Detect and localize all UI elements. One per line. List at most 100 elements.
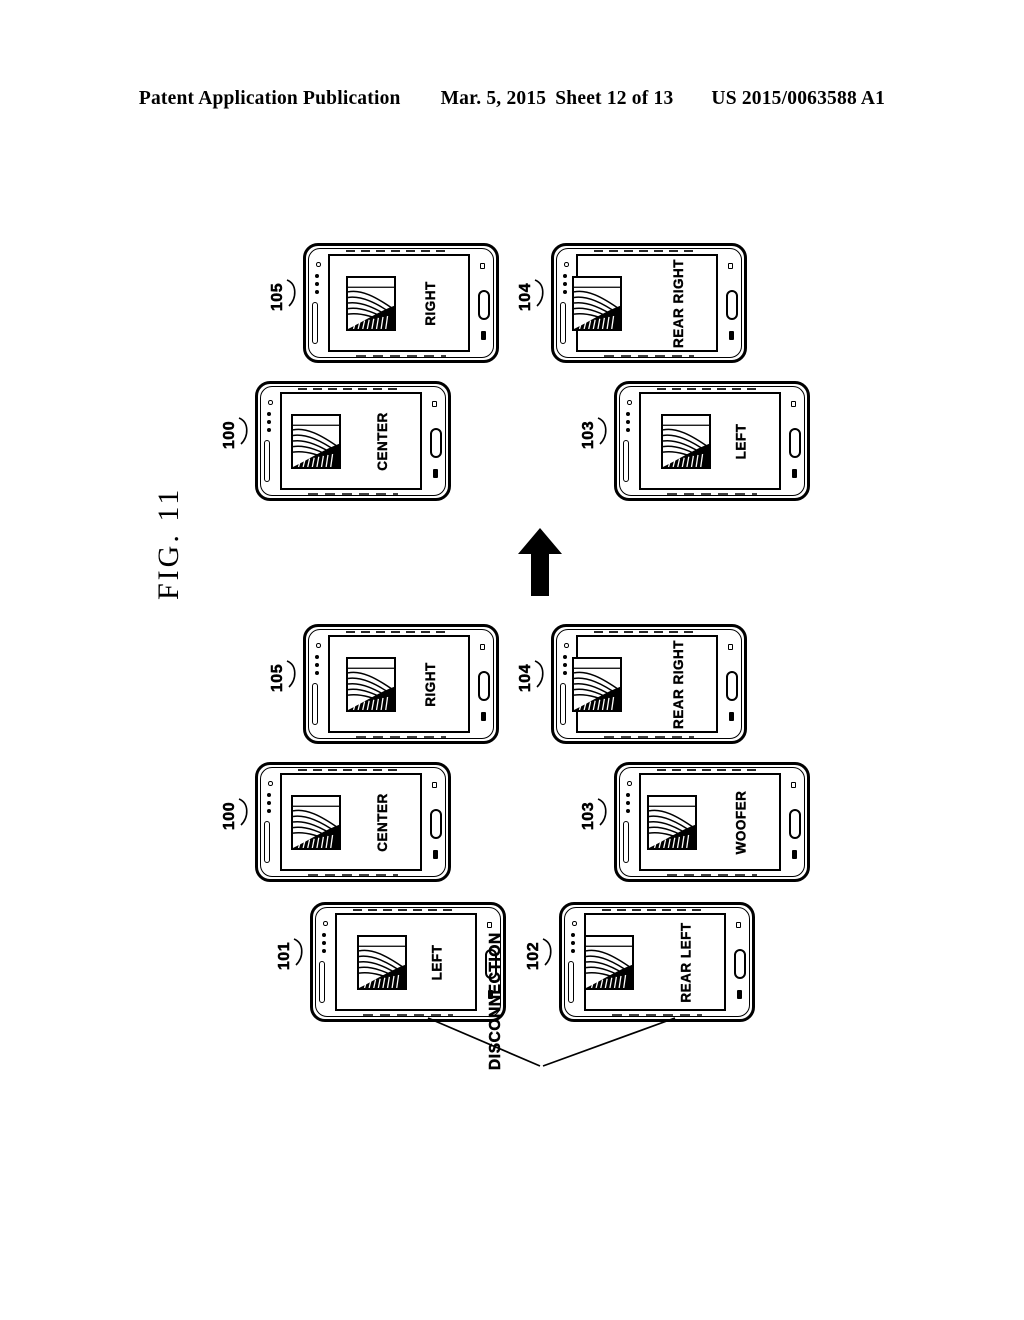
soft-key-button[interactable] — [432, 850, 438, 859]
home-button[interactable] — [478, 671, 490, 701]
device-caption: CENTER — [374, 411, 390, 471]
earpiece-slit — [346, 249, 448, 252]
sensor-dots-icon — [571, 933, 577, 953]
home-button[interactable] — [734, 949, 746, 979]
front-camera-icon — [564, 643, 569, 648]
soft-key-button[interactable] — [480, 712, 486, 721]
disconnection-leader-lines — [427, 1017, 676, 1067]
earpiece-icon — [736, 922, 741, 928]
bottom-slit — [667, 873, 757, 876]
device-after-rear-right[interactable]: REAR RIGHT — [551, 243, 747, 363]
device-screen[interactable]: LEFT — [335, 913, 477, 1011]
bottom-slit — [308, 492, 398, 495]
leader-line-102-before — [542, 938, 552, 966]
soft-key-button[interactable] — [791, 469, 797, 478]
device-before-right[interactable]: RIGHT — [303, 624, 499, 744]
earpiece-icon — [432, 401, 437, 407]
device-after-left[interactable]: LEFT — [614, 381, 810, 501]
bottom-slit — [308, 873, 398, 876]
bottom-slit — [604, 735, 694, 738]
device-after-center[interactable]: CENTER — [255, 381, 451, 501]
soft-key-button[interactable] — [480, 331, 486, 340]
device-screen[interactable]: CENTER — [280, 392, 422, 490]
phone-body: REAR LEFT — [559, 902, 755, 1022]
device-screen[interactable]: RIGHT — [328, 635, 470, 733]
phone-body: WOOFER — [614, 762, 810, 882]
phone-body: REAR RIGHT — [551, 624, 747, 744]
earpiece-icon — [480, 644, 485, 650]
sensor-dots-icon — [315, 274, 321, 294]
front-camera-icon — [572, 921, 577, 926]
device-screen[interactable]: RIGHT — [328, 254, 470, 352]
bottom-slit — [604, 354, 694, 357]
home-button[interactable] — [478, 290, 490, 320]
device-caption: REAR LEFT — [678, 921, 694, 1003]
leader-line-105-after — [286, 279, 296, 307]
earpiece-slit — [298, 387, 400, 390]
disconnection-annotation: DISCONNECTION — [487, 932, 505, 1070]
soft-key-button[interactable] — [728, 712, 734, 721]
soft-key-button[interactable] — [432, 469, 438, 478]
home-button[interactable] — [789, 809, 801, 839]
speaker-icon — [290, 794, 341, 850]
device-before-center[interactable]: CENTER — [255, 762, 451, 882]
front-camera-icon — [316, 643, 321, 648]
device-before-rear-left[interactable]: REAR LEFT — [559, 902, 755, 1022]
home-button[interactable] — [726, 671, 738, 701]
figure-canvas: RIGHT 105 REAR RIGHT 104 CENTER 100 LEFT… — [0, 0, 1024, 1320]
device-screen[interactable]: REAR LEFT — [583, 913, 726, 1011]
front-camera-icon — [564, 262, 569, 267]
phone-body: CENTER — [255, 381, 451, 501]
earpiece-icon — [728, 263, 733, 269]
device-before-left[interactable]: LEFT — [310, 902, 506, 1022]
device-screen[interactable]: LEFT — [639, 392, 781, 490]
phone-body: LEFT — [310, 902, 506, 1022]
earpiece-icon — [791, 782, 796, 788]
speaker-icon — [661, 413, 712, 469]
leader-line-100-before — [238, 798, 248, 826]
sensor-dots-icon — [267, 793, 273, 813]
sensor-dots-icon — [563, 274, 569, 294]
soft-key-button[interactable] — [728, 331, 734, 340]
leader-line-105-before — [286, 660, 296, 688]
leader-line-101-before — [293, 938, 303, 966]
speaker-icon — [290, 413, 341, 469]
phone-body: RIGHT — [303, 624, 499, 744]
sensor-dots-icon — [322, 933, 328, 953]
earpiece-slit — [353, 908, 455, 911]
device-screen[interactable]: WOOFER — [639, 773, 781, 871]
earpiece-slit — [657, 768, 759, 771]
device-screen[interactable]: REAR RIGHT — [571, 254, 718, 352]
speaker-icon — [345, 656, 396, 712]
device-caption: CENTER — [374, 792, 390, 852]
soft-key-button[interactable] — [791, 850, 797, 859]
device-caption: REAR RIGHT — [670, 258, 686, 348]
speaker-icon — [647, 794, 698, 850]
leader-line-103-after — [597, 417, 607, 445]
speaker-icon — [571, 656, 622, 712]
home-button[interactable] — [430, 428, 442, 458]
flow-arrow-icon — [518, 528, 562, 596]
earpiece-slit — [602, 908, 704, 911]
front-camera-icon — [268, 781, 273, 786]
earpiece-slit — [298, 768, 400, 771]
device-after-right[interactable]: RIGHT — [303, 243, 499, 363]
home-button[interactable] — [789, 428, 801, 458]
sensor-dots-icon — [626, 793, 632, 813]
device-screen[interactable]: CENTER — [280, 773, 422, 871]
home-button[interactable] — [726, 290, 738, 320]
front-camera-icon — [627, 400, 632, 405]
soft-key-button[interactable] — [736, 990, 742, 999]
earpiece-icon — [432, 782, 437, 788]
earpiece-icon — [487, 922, 492, 928]
front-camera-icon — [627, 781, 632, 786]
earpiece-slit — [594, 630, 696, 633]
earpiece-slit — [594, 249, 696, 252]
device-screen[interactable]: REAR RIGHT — [571, 635, 718, 733]
device-before-rear-right[interactable]: REAR RIGHT — [551, 624, 747, 744]
device-before-woofer[interactable]: WOOFER — [614, 762, 810, 882]
speaker-icon — [583, 934, 634, 990]
earpiece-icon — [480, 263, 485, 269]
leader-line-103-before — [597, 798, 607, 826]
home-button[interactable] — [430, 809, 442, 839]
